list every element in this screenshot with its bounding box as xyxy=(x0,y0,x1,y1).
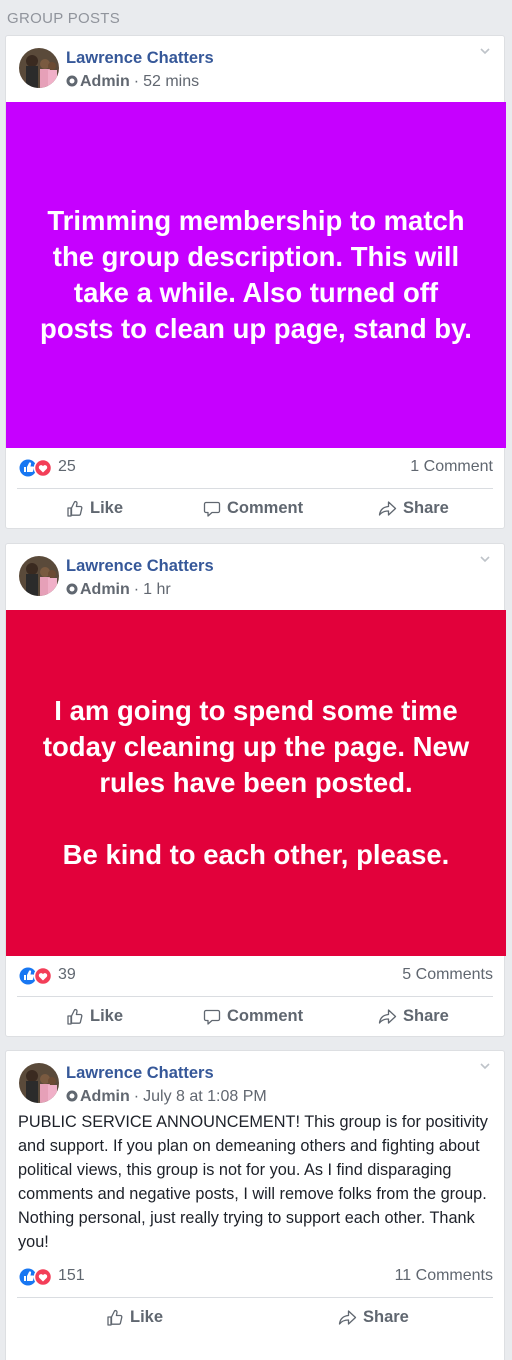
share-label: Share xyxy=(403,1007,449,1025)
share-label: Share xyxy=(363,1308,409,1326)
admin-badge-icon xyxy=(66,583,78,595)
role-label: Admin xyxy=(80,581,130,598)
author-name[interactable]: Lawrence Chatters xyxy=(66,1064,214,1083)
section-title: GROUP POSTS xyxy=(7,10,121,27)
comment-icon xyxy=(203,501,221,517)
post-time[interactable]: 52 mins xyxy=(143,73,199,90)
share-icon xyxy=(378,500,397,516)
role-label: Admin xyxy=(80,1088,130,1105)
meta-separator: · xyxy=(133,73,140,90)
comment-count[interactable]: 5 Comments xyxy=(402,966,493,984)
role-label: Admin xyxy=(80,73,130,90)
share-icon xyxy=(378,1008,397,1024)
post-meta: Admin · 52 mins xyxy=(66,73,199,91)
like-button[interactable]: Like xyxy=(66,489,123,528)
reaction-icons[interactable] xyxy=(19,967,57,985)
like-button[interactable]: Like xyxy=(66,997,123,1036)
admin-badge-icon xyxy=(66,75,78,87)
author-name[interactable]: Lawrence Chatters xyxy=(66,49,214,68)
share-button[interactable]: Share xyxy=(378,489,449,528)
post-meta: Admin · July 8 at 1:08 PM xyxy=(66,1088,267,1106)
post-banner: Trimming membership to match the group d… xyxy=(6,102,506,448)
like-label: Like xyxy=(130,1308,164,1326)
avatar[interactable] xyxy=(19,48,59,88)
chevron-down-icon[interactable] xyxy=(478,44,492,58)
post-banner: I am going to spend some time today clea… xyxy=(6,610,506,956)
like-icon xyxy=(67,1008,83,1025)
post-header: Lawrence Chatters Admin · July 8 at 1:08 P… xyxy=(6,1051,504,1117)
meta-separator: · xyxy=(133,581,140,598)
post-card: Lawrence Chatters Admin · 52 mins Trimming… xyxy=(5,35,506,529)
post-header: Lawrence Chatters Admin · 1 hr xyxy=(6,544,504,610)
share-button[interactable]: Share xyxy=(378,997,449,1036)
actions-row: Like Comment Share xyxy=(17,996,493,1036)
post-header: Lawrence Chatters Admin · 52 mins xyxy=(6,36,504,102)
reaction-icons[interactable] xyxy=(19,1268,57,1286)
actions-row: Like Share xyxy=(17,1297,493,1337)
admin-badge-icon xyxy=(66,1090,78,1102)
author-name[interactable]: Lawrence Chatters xyxy=(66,557,214,576)
chevron-down-icon[interactable] xyxy=(478,552,492,566)
comment-button[interactable]: Comment xyxy=(203,997,303,1036)
comment-button[interactable]: Comment xyxy=(203,489,303,528)
chevron-down-icon[interactable] xyxy=(478,1059,492,1073)
post-time[interactable]: July 8 at 1:08 PM xyxy=(143,1088,267,1105)
avatar[interactable] xyxy=(19,556,59,596)
share-label: Share xyxy=(403,499,449,517)
comment-label: Comment xyxy=(227,499,304,517)
reaction-count[interactable]: 151 xyxy=(58,1267,85,1285)
post-time[interactable]: 1 hr xyxy=(143,581,171,598)
like-icon xyxy=(107,1309,123,1326)
like-button[interactable]: Like xyxy=(106,1298,163,1337)
post-card: Lawrence Chatters Admin · 1 hr I am going … xyxy=(5,543,506,1037)
comment-count[interactable]: 1 Comment xyxy=(410,458,493,476)
reaction-count[interactable]: 25 xyxy=(58,458,76,476)
actions-row: Like Comment Share xyxy=(17,488,493,528)
like-icon xyxy=(67,500,83,517)
like-label: Like xyxy=(90,1007,124,1025)
reactions-row: 151 11 Comments xyxy=(6,1257,504,1297)
banner-text: I am going to spend some time today clea… xyxy=(42,695,470,870)
reaction-icons[interactable] xyxy=(19,459,57,477)
reactions-row: 39 5 Comments xyxy=(6,956,504,996)
share-icon xyxy=(338,1309,357,1325)
post-body-text: PUBLIC SERVICE ANNOUNCEMENT! This group … xyxy=(18,1113,488,1251)
avatar[interactable] xyxy=(19,1063,59,1103)
post-card: Lawrence Chatters Admin · July 8 at 1:08 P… xyxy=(5,1050,505,1360)
share-button[interactable]: Share xyxy=(338,1298,409,1337)
comment-icon xyxy=(203,1009,221,1025)
like-label: Like xyxy=(90,499,124,517)
post-meta: Admin · 1 hr xyxy=(66,581,171,599)
comment-count[interactable]: 11 Comments xyxy=(395,1267,493,1285)
reactions-row: 25 1 Comment xyxy=(6,448,504,488)
meta-separator: · xyxy=(133,1088,140,1105)
banner-text: Trimming membership to match the group d… xyxy=(40,205,472,344)
reaction-count[interactable]: 39 xyxy=(58,966,76,984)
comment-label: Comment xyxy=(227,1007,304,1025)
